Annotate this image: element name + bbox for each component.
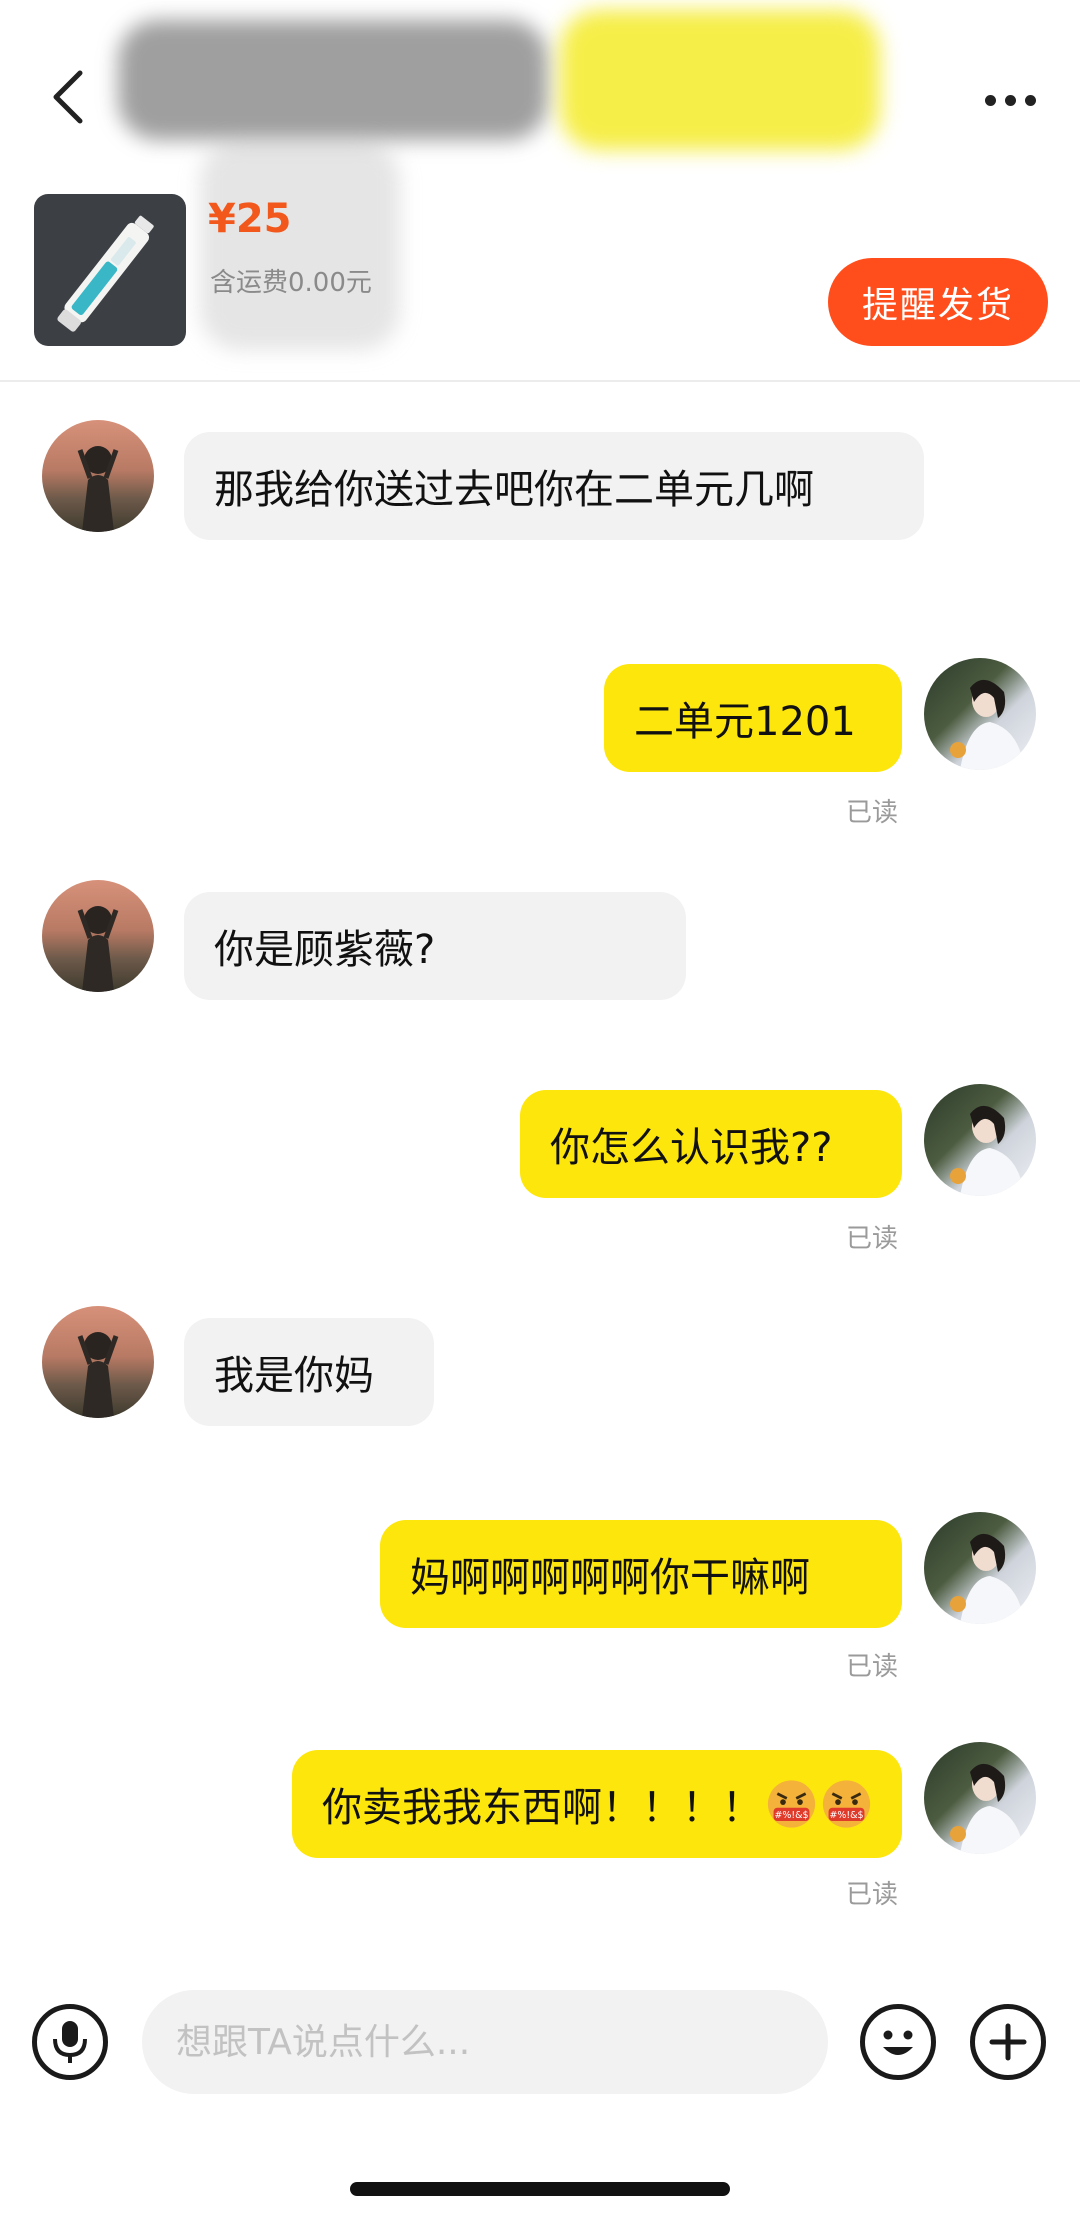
microphone-icon xyxy=(53,2021,87,2063)
product-price: ¥25 xyxy=(208,196,292,242)
more-options-button[interactable] xyxy=(968,70,1052,130)
more-dot-icon xyxy=(1004,94,1016,106)
read-status: 已读 xyxy=(846,1224,899,1254)
read-status: 已读 xyxy=(846,1652,899,1682)
remind-shipping-button[interactable]: 提醒发货 xyxy=(828,258,1048,346)
message-input[interactable] xyxy=(142,1990,828,2094)
user-avatar[interactable] xyxy=(924,1512,1036,1624)
message-bubble-incoming[interactable]: 我是你妈 xyxy=(184,1318,434,1426)
message-bubble-outgoing[interactable]: 你卖我我东西啊！！！！ #%!&$ #%!&$ xyxy=(292,1750,902,1858)
user-avatar[interactable] xyxy=(924,658,1036,770)
message-bubble-incoming[interactable]: 那我给你送过去吧你在二单元几啊 xyxy=(184,432,924,540)
smiley-icon xyxy=(883,2030,913,2055)
header-divider xyxy=(0,380,1080,382)
product-thumbnail[interactable] xyxy=(34,194,186,346)
shipping-fee: 含运费0.00元 xyxy=(210,268,372,298)
home-indicator xyxy=(350,2182,730,2196)
more-dot-icon xyxy=(1024,94,1036,106)
angry-face-icon: #%!&$ xyxy=(822,1780,871,1828)
seller-avatar[interactable] xyxy=(42,420,154,532)
message-text: 你卖我我东西啊！！！！ xyxy=(322,1785,762,1831)
svg-text:#%!&$: #%!&$ xyxy=(774,1810,808,1821)
voice-button[interactable] xyxy=(32,2004,108,2080)
chat-header: ¥25 含运费0.00元 提醒发货 xyxy=(0,0,1080,380)
more-dot-icon xyxy=(984,94,996,106)
user-avatar[interactable] xyxy=(924,1084,1036,1196)
read-status: 已读 xyxy=(846,798,899,828)
emoji-button[interactable] xyxy=(860,2004,936,2080)
message-bubble-incoming[interactable]: 你是顾紫薇? xyxy=(184,892,686,1000)
back-button[interactable] xyxy=(36,62,100,132)
svg-text:#%!&$: #%!&$ xyxy=(829,1810,863,1821)
redacted-highlight-area xyxy=(560,10,880,150)
redacted-name-area xyxy=(118,20,548,140)
ointment-tube-icon xyxy=(57,215,154,332)
chevron-left-icon xyxy=(53,70,83,124)
redacted-product-title xyxy=(200,140,400,350)
more-actions-button[interactable] xyxy=(970,2004,1046,2080)
message-bubble-outgoing[interactable]: 二单元1201 xyxy=(604,664,902,772)
angry-face-icon: #%!&$ xyxy=(767,1780,816,1828)
message-bubble-outgoing[interactable]: 你怎么认识我?? xyxy=(520,1090,902,1198)
user-avatar[interactable] xyxy=(924,1742,1036,1854)
read-status: 已读 xyxy=(846,1880,899,1910)
plus-icon xyxy=(989,2023,1027,2061)
message-bubble-outgoing[interactable]: 妈啊啊啊啊啊你干嘛啊 xyxy=(380,1520,902,1628)
seller-avatar[interactable] xyxy=(42,880,154,992)
seller-avatar[interactable] xyxy=(42,1306,154,1418)
